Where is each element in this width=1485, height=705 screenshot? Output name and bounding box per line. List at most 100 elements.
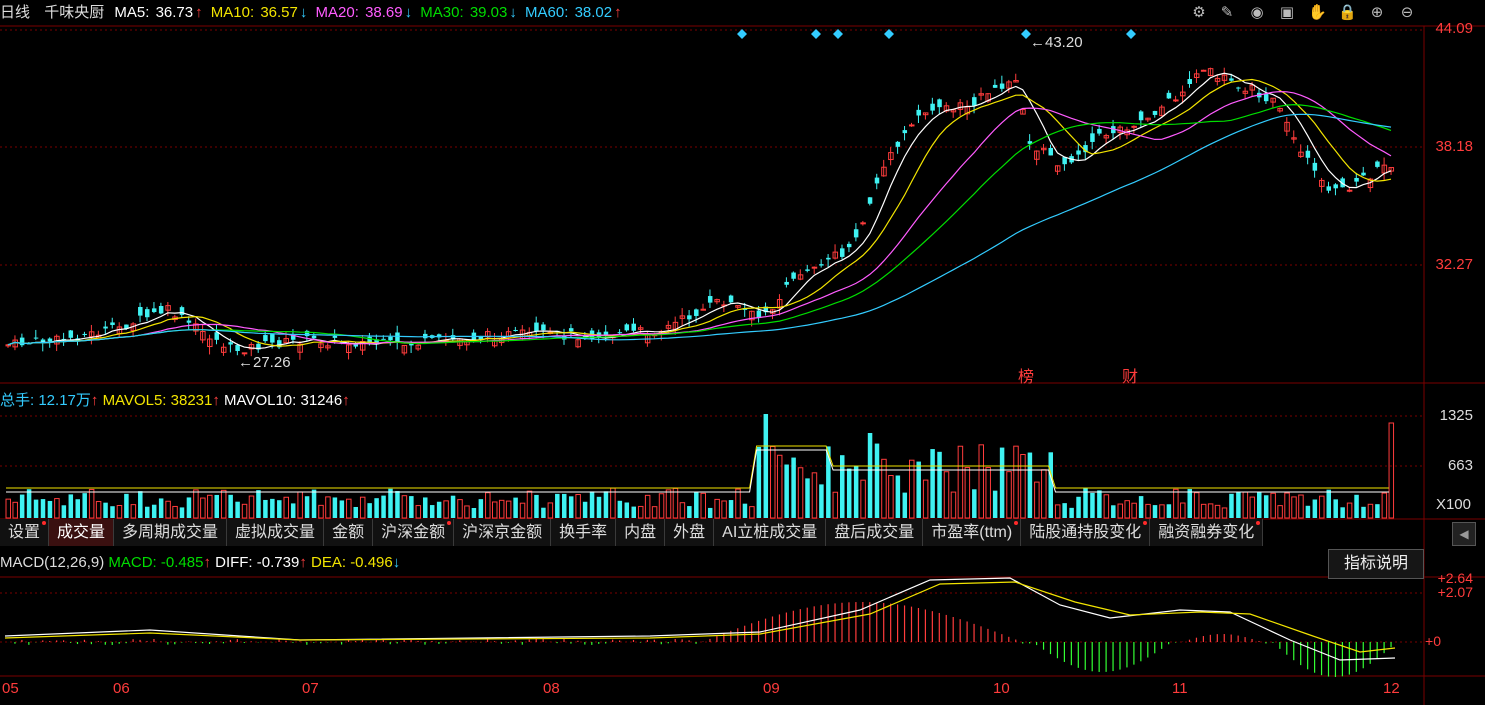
- volume-bar: [297, 491, 303, 519]
- tab-8[interactable]: 内盘: [616, 519, 666, 546]
- volume-bar: [1020, 453, 1026, 519]
- volume-bar: [172, 505, 178, 519]
- volume-bar: [61, 505, 67, 518]
- volume-bar: [575, 494, 581, 519]
- date-label-09: 09: [763, 680, 780, 697]
- volume-bar: [311, 489, 317, 518]
- volume-bar: [283, 496, 289, 519]
- tab-14[interactable]: 融资融券变化: [1150, 519, 1264, 546]
- candle-body: [972, 97, 977, 106]
- bang-marker[interactable]: 榜: [1018, 363, 1034, 387]
- volume-bar: [193, 489, 199, 519]
- volume-bar: [1242, 491, 1249, 519]
- volume-bar: [457, 499, 463, 519]
- volume-bar: [325, 496, 331, 519]
- volume-bar: [1291, 496, 1297, 519]
- indicator-explain-button[interactable]: 指标说明: [1328, 549, 1424, 579]
- volume-bar: [1013, 445, 1019, 519]
- volume-bar: [158, 498, 164, 518]
- candle-body: [103, 326, 108, 329]
- volume-unit: X100: [1435, 496, 1471, 513]
- candle-body: [1200, 69, 1207, 72]
- volume-bar: [1166, 504, 1172, 518]
- volume-bar: [568, 496, 574, 518]
- tab-9[interactable]: 外盘: [665, 519, 715, 546]
- volume-bar: [241, 503, 248, 519]
- tab-0[interactable]: 设置: [0, 519, 50, 546]
- candle-body: [235, 345, 240, 352]
- volume-bar: [582, 501, 588, 518]
- volume-bar: [805, 478, 810, 518]
- volume-bar: [450, 495, 456, 518]
- volume-bar: [534, 494, 539, 518]
- diff-line: [4, 577, 1396, 661]
- tab-13[interactable]: 陆股通持股变化: [1021, 519, 1151, 546]
- candle-body: [145, 309, 150, 318]
- candle-body: [186, 320, 192, 323]
- volume-bar: [589, 491, 595, 518]
- tab-3[interactable]: 虚拟成交量: [227, 519, 325, 546]
- volume-bar: [1006, 471, 1012, 519]
- volume-bar: [346, 498, 352, 519]
- candle-body: [617, 332, 623, 334]
- volume-bar: [763, 414, 769, 518]
- tab-scroll-left-button[interactable]: ◀: [1452, 522, 1476, 546]
- volume-bar: [1340, 507, 1345, 518]
- volume-bar: [409, 496, 414, 518]
- tab-1[interactable]: 成交量: [49, 519, 115, 546]
- candle-body: [513, 329, 518, 331]
- volume-bar: [846, 468, 852, 518]
- date-label-08: 08: [543, 680, 560, 697]
- kline-chart[interactable]: [0, 0, 1485, 705]
- tab-7[interactable]: 换手率: [551, 519, 617, 546]
- candle-body: [874, 177, 880, 184]
- volume-bar: [1257, 492, 1262, 518]
- candle-body: [1076, 150, 1081, 155]
- candle-body: [1173, 99, 1179, 102]
- volume-bar: [110, 506, 115, 518]
- volume-bar: [714, 498, 720, 519]
- candle-body: [228, 342, 233, 345]
- volume-bar: [367, 503, 372, 518]
- volume-bar: [270, 498, 275, 518]
- candle-body: [791, 272, 796, 279]
- volume-bar: [179, 507, 185, 518]
- candle-body: [728, 295, 734, 303]
- cai-marker[interactable]: 财: [1122, 363, 1138, 387]
- ma10-line: [7, 78, 1392, 347]
- volume-bar: [735, 488, 741, 519]
- tab-12[interactable]: 市盈率(ttm): [923, 519, 1022, 546]
- volume-bar: [957, 445, 964, 519]
- volume-bar: [1062, 503, 1067, 518]
- tab-11[interactable]: 盘后成交量: [826, 519, 924, 546]
- volume-bar: [749, 506, 755, 519]
- volume-bar: [644, 494, 651, 519]
- volume-bar: [1131, 502, 1137, 519]
- tab-5[interactable]: 沪深金额: [373, 519, 455, 546]
- candle-body: [700, 308, 706, 311]
- volume-bar: [138, 491, 143, 518]
- volume-bar: [256, 490, 261, 518]
- volume-bar: [797, 467, 804, 519]
- tab-6[interactable]: 沪深京金额: [454, 519, 552, 546]
- candle-body: [47, 338, 53, 342]
- candle-body: [1097, 128, 1102, 134]
- ma20-line: [7, 90, 1392, 346]
- candle-body: [270, 334, 275, 343]
- volume-bar: [687, 506, 692, 518]
- volume-bar: [555, 493, 560, 518]
- volume-bar: [186, 497, 192, 518]
- volume-bar: [631, 506, 636, 518]
- volume-bar: [443, 500, 449, 519]
- volume-bar: [130, 504, 137, 519]
- tab-2[interactable]: 多周期成交量: [114, 519, 228, 546]
- tab-4[interactable]: 金额: [324, 519, 374, 546]
- macd-header: MACD(12,26,9) MACD: -0.485↑ DIFF: -0.739…: [0, 554, 401, 571]
- volume-bar: [19, 494, 25, 518]
- volume-bar: [1277, 505, 1283, 519]
- tab-10[interactable]: AI立桩成交量: [714, 519, 827, 546]
- volume-bar: [47, 500, 53, 518]
- candle-body: [1361, 172, 1366, 176]
- candle-body: [1236, 87, 1241, 89]
- volume-bar: [124, 493, 129, 518]
